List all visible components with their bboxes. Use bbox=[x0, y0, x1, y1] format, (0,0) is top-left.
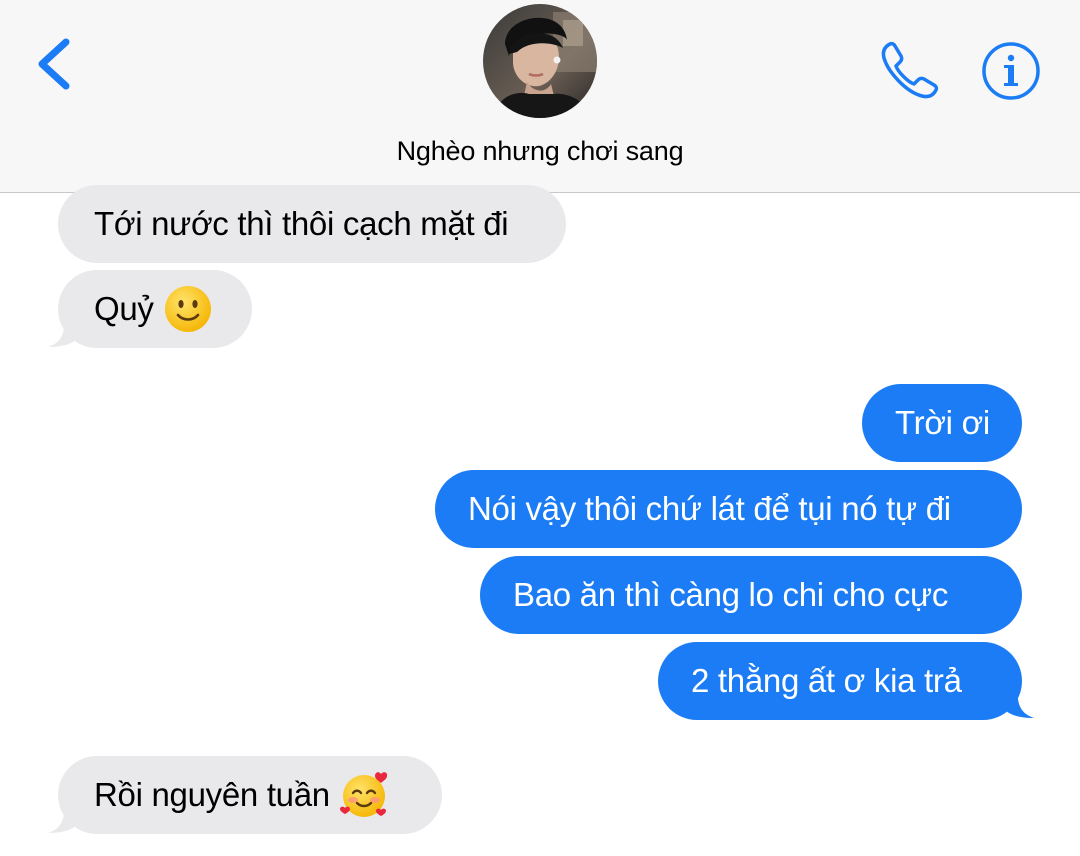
outgoing-message-bubble[interactable]: 2 thằng ất ơ kia trả bbox=[658, 642, 1022, 720]
outgoing-message-bubble[interactable]: Bao ăn thì càng lo chi cho cực bbox=[480, 556, 1022, 634]
message-text: Trời ơi bbox=[895, 404, 990, 441]
message-text: Quỷ bbox=[94, 290, 154, 327]
phone-icon bbox=[881, 41, 939, 99]
back-button[interactable] bbox=[28, 32, 84, 96]
slightly-smiling-face-icon bbox=[164, 286, 211, 332]
incoming-message-bubble[interactable]: Tới nước thì thôi cạch mặt đi bbox=[58, 185, 566, 263]
conversation-header: Nghèo nhưng chơi sang bbox=[0, 0, 1080, 193]
call-button[interactable] bbox=[876, 36, 944, 104]
message-text: Bao ăn thì càng lo chi cho cực bbox=[513, 576, 949, 613]
smiling-face-with-hearts-icon bbox=[339, 772, 387, 817]
avatar-photo bbox=[483, 4, 597, 118]
message-text: 2 thằng ất ơ kia trả bbox=[691, 662, 962, 699]
messages-app: Nghèo nhưng chơi sang Tới nước thì thôi … bbox=[0, 0, 1080, 856]
message-text: Rồi nguyên tuần bbox=[94, 776, 330, 813]
message-text: Tới nước thì thôi cạch mặt đi bbox=[94, 205, 509, 242]
outgoing-message-bubble[interactable]: Nói vậy thôi chứ lát để tụi nó tự đi bbox=[435, 470, 1022, 548]
incoming-message-bubble[interactable]: Rồi nguyên tuần bbox=[58, 756, 442, 834]
message-thread: Tới nước thì thôi cạch mặt đi Quỷ Trời ơ… bbox=[0, 185, 1080, 856]
outgoing-message-bubble[interactable]: Trời ơi bbox=[862, 384, 1022, 462]
contact-avatar[interactable] bbox=[483, 4, 597, 118]
chevron-left-icon bbox=[38, 38, 70, 90]
info-button[interactable] bbox=[980, 40, 1042, 102]
message-text: Nói vậy thôi chứ lát để tụi nó tự đi bbox=[468, 490, 951, 527]
info-icon bbox=[982, 42, 1040, 100]
contact-name[interactable]: Nghèo nhưng chơi sang bbox=[0, 136, 1080, 167]
incoming-message-bubble[interactable]: Quỷ bbox=[58, 270, 252, 348]
